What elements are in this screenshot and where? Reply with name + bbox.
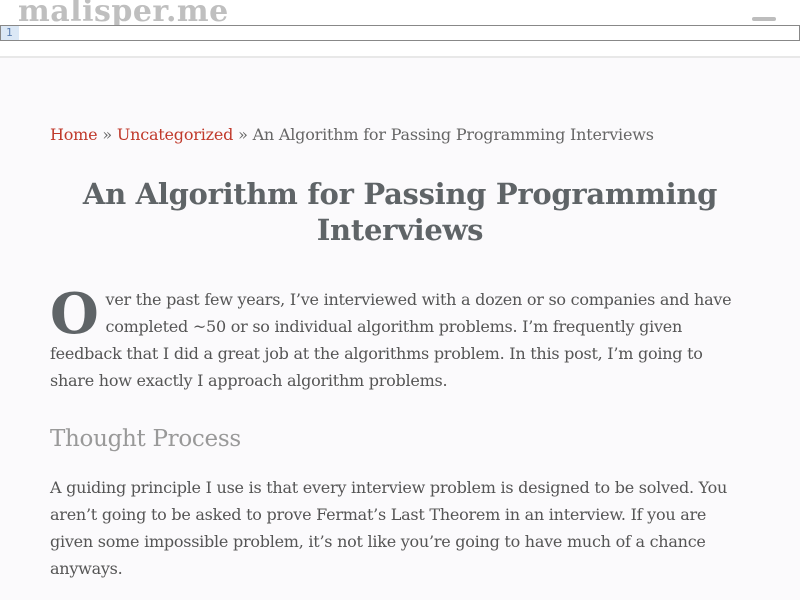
line-number: 1	[1, 26, 19, 40]
drop-cap: O	[50, 281, 99, 347]
breadcrumb-current: An Algorithm for Passing Programming Int…	[252, 125, 654, 144]
article-title: An Algorithm for Passing Programming Int…	[82, 177, 718, 247]
breadcrumb-separator-2: »	[238, 125, 248, 144]
breadcrumb-separator: »	[102, 125, 112, 144]
article-content: Home » Uncategorized » An Algorithm for …	[50, 120, 750, 582]
intro-paragraph: O ver the past few years, I’ve interview…	[50, 286, 750, 394]
section-heading: Thought Process	[50, 426, 241, 452]
breadcrumb-home-link[interactable]: Home	[50, 125, 98, 144]
body-paragraph: A guiding principle I use is that every …	[50, 478, 727, 578]
breadcrumb: Home » Uncategorized » An Algorithm for …	[50, 120, 750, 150]
intro-text: ver the past few years, I’ve interviewed…	[50, 290, 732, 390]
breadcrumb-category-link[interactable]: Uncategorized	[117, 125, 234, 144]
hamburger-menu-icon[interactable]	[752, 17, 776, 21]
code-line-overlay: 1	[0, 25, 800, 41]
